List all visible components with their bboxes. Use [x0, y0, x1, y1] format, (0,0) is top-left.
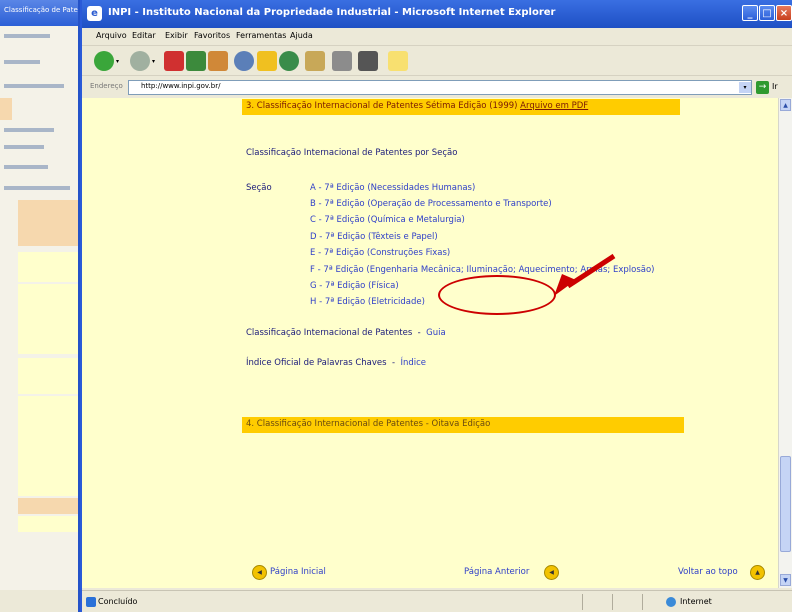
refresh-icon[interactable]: [186, 51, 206, 71]
first-page-link[interactable]: Página Inicial: [270, 567, 326, 577]
section-link-e[interactable]: E - 7ª Edição (Construções Fixas): [310, 248, 450, 258]
stop-icon[interactable]: [164, 51, 184, 71]
page-content: 3. Classificação Internacional de Patent…: [82, 98, 779, 588]
vertical-scrollbar[interactable]: ▲ ▼: [778, 98, 792, 588]
background-block: [18, 284, 78, 354]
address-bar: Endereço http://www.inpi.gov.br/ ▾ → Ir: [82, 77, 792, 97]
section-3-bar: 3. Classificação Internacional de Patent…: [242, 99, 680, 115]
address-input[interactable]: http://www.inpi.gov.br/ ▾: [128, 80, 752, 95]
status-divider: [582, 594, 583, 610]
security-zone: Internet: [680, 597, 712, 606]
menu-editar[interactable]: Editar: [132, 31, 156, 40]
toolbar: ▾ ▾: [82, 46, 792, 76]
section-link-a[interactable]: A - 7ª Edição (Necessidades Humanas): [310, 183, 475, 193]
background-line: [4, 34, 50, 38]
annotation-ellipse: [438, 275, 556, 315]
background-window-titlebar[interactable]: Classificação de Patentes: [0, 0, 78, 26]
pdf-link[interactable]: Arquivo em PDF: [520, 101, 588, 111]
background-block: [18, 498, 78, 514]
menu-ajuda[interactable]: Ajuda: [290, 31, 313, 40]
background-block: [18, 516, 78, 532]
menu-bar: Arquivo Editar Exibir Favoritos Ferramen…: [82, 28, 792, 66]
status-bar: Concluído Internet: [82, 590, 792, 612]
back-icon[interactable]: [94, 51, 114, 71]
guide-row: Classificação Internacional de Patentes …: [246, 328, 446, 338]
favorites-icon[interactable]: [257, 51, 277, 71]
browser-window[interactable]: e INPI - Instituto Nacional da Proprieda…: [80, 0, 792, 612]
background-line: [4, 84, 64, 88]
go-button[interactable]: Ir: [772, 82, 778, 91]
previous-page-icon[interactable]: ◀: [544, 565, 559, 580]
first-page-icon[interactable]: ◀: [252, 565, 267, 580]
menu-ferramentas[interactable]: Ferramentas: [236, 31, 286, 40]
background-window-title: Classificação de Patentes: [4, 6, 78, 14]
guide-link[interactable]: Guia: [426, 328, 446, 338]
index-heading: Índice Oficial de Palavras Chaves: [246, 358, 387, 368]
background-block: [0, 98, 12, 120]
guide-heading: Classificação Internacional de Patentes: [246, 328, 413, 338]
previous-page-link[interactable]: Página Anterior: [464, 567, 529, 577]
section-label: Seção: [246, 183, 272, 193]
menu-favoritos[interactable]: Favoritos: [194, 31, 230, 40]
section-4-title[interactable]: 4. Classificação Internacional de Patent…: [246, 419, 490, 429]
history-icon[interactable]: [279, 51, 299, 71]
background-block: [18, 252, 78, 282]
go-arrow-icon[interactable]: →: [756, 81, 769, 94]
background-line: [4, 186, 70, 190]
section-3-title: 3. Classificação Internacional de Patent…: [246, 101, 589, 111]
status-text: Concluído: [98, 597, 138, 606]
address-dropdown-icon[interactable]: ▾: [739, 82, 751, 93]
print-icon[interactable]: [332, 51, 352, 71]
background-block: [18, 200, 78, 246]
section-link-d[interactable]: D - 7ª Edição (Têxteis e Papel): [310, 232, 438, 242]
scroll-up-icon[interactable]: ▲: [780, 99, 791, 111]
section-link-g[interactable]: G - 7ª Edição (Física): [310, 281, 399, 291]
scroll-thumb[interactable]: [780, 456, 791, 552]
background-line: [4, 128, 54, 132]
close-button[interactable]: ×: [776, 5, 792, 21]
back-to-top-icon[interactable]: ▲: [750, 565, 765, 580]
address-label: Endereço: [90, 82, 123, 90]
back-dropdown-icon[interactable]: ▾: [116, 58, 119, 65]
background-block: [18, 358, 78, 394]
edit-icon[interactable]: [358, 51, 378, 71]
background-line: [4, 165, 48, 169]
window-title: INPI - Instituto Nacional da Propriedade…: [108, 7, 556, 18]
search-icon[interactable]: [234, 51, 254, 71]
menu-exibir[interactable]: Exibir: [165, 31, 188, 40]
background-line: [4, 145, 44, 149]
index-link[interactable]: Índice: [400, 358, 426, 368]
background-statusbar: [0, 590, 78, 612]
status-divider: [612, 594, 613, 610]
page-navigation: ◀ Página Inicial Página Anterior ◀ Volta…: [242, 564, 772, 580]
minimize-button[interactable]: _: [742, 5, 758, 21]
ie-logo-icon: e: [87, 6, 102, 21]
page-done-icon: [86, 597, 96, 607]
internet-zone-icon: [666, 597, 676, 607]
menu-arquivo[interactable]: Arquivo: [96, 31, 127, 40]
by-section-heading: Classificação Internacional de Patentes …: [246, 148, 458, 158]
section-link-h[interactable]: H - 7ª Edição (Eletricidade): [310, 297, 425, 307]
home-icon[interactable]: [208, 51, 228, 71]
section-link-b[interactable]: B - 7ª Edição (Operação de Processamento…: [310, 199, 552, 209]
section-4-bar[interactable]: 4. Classificação Internacional de Patent…: [242, 417, 684, 433]
mail-icon[interactable]: [305, 51, 325, 71]
maximize-button[interactable]: □: [759, 5, 775, 21]
background-block: [18, 396, 78, 496]
status-divider: [642, 594, 643, 610]
forward-dropdown-icon[interactable]: ▾: [152, 58, 155, 65]
background-window[interactable]: Classificação de Patentes: [0, 0, 80, 612]
annotation-arrow-icon: [554, 253, 616, 296]
section-link-c[interactable]: C - 7ª Edição (Química e Metalurgia): [310, 215, 465, 225]
background-line: [4, 60, 40, 64]
messenger-icon[interactable]: [388, 51, 408, 71]
back-to-top-link[interactable]: Voltar ao topo: [678, 567, 738, 577]
title-bar[interactable]: e INPI - Instituto Nacional da Proprieda…: [82, 0, 792, 28]
index-row: Índice Oficial de Palavras Chaves - Índi…: [246, 358, 426, 368]
forward-icon[interactable]: [130, 51, 150, 71]
scroll-down-icon[interactable]: ▼: [780, 574, 791, 586]
address-value: http://www.inpi.gov.br/: [141, 82, 221, 90]
